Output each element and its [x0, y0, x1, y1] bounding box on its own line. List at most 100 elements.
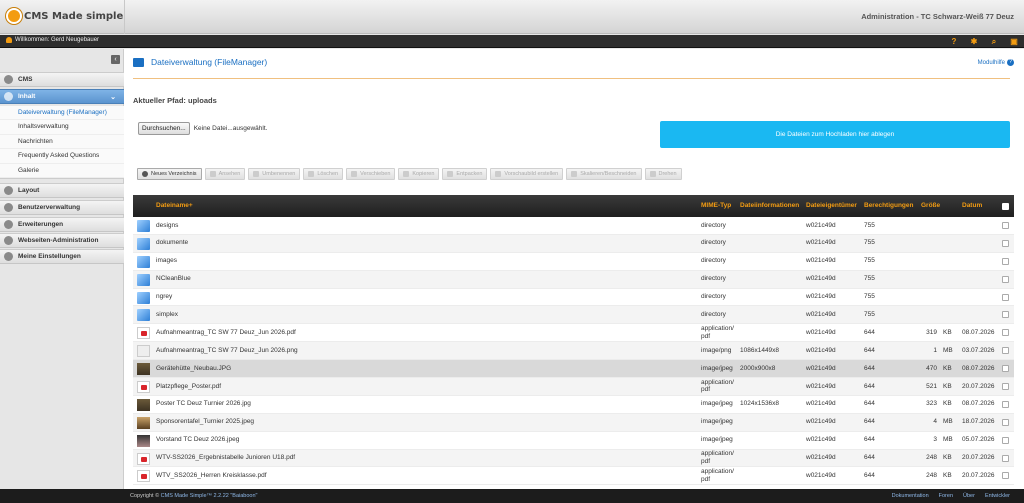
sidebar-item-filemanager[interactable]: Dateiverwaltung (FileManager) — [0, 106, 124, 121]
file-name-link[interactable]: Platzpflege_Poster.pdf — [156, 378, 221, 395]
table-row[interactable]: WTV-SS2026_Ergebnistabelle Junioren U18.… — [133, 449, 1014, 468]
file-name-link[interactable]: Vorstand TC Deuz 2026.jpeg — [156, 432, 239, 449]
file-size: 248 — [926, 454, 937, 462]
footer-link-foren[interactable]: Foren — [939, 493, 953, 499]
resize-crop-button[interactable]: Skalieren/Beschneiden — [566, 168, 642, 180]
cms-logo[interactable]: CMS Made simple — [6, 7, 123, 25]
file-owner: w021c49d — [806, 239, 836, 247]
move-button[interactable]: Verschieben — [346, 168, 396, 180]
table-row[interactable]: Aufnahmeantrag_TC SW 77 Deuz_Jun 2026.pn… — [133, 342, 1014, 361]
help-icon: ? — [1007, 59, 1014, 66]
search-icon[interactable]: ⌕ — [988, 36, 1000, 47]
select-all-checkbox[interactable] — [1002, 195, 1009, 217]
file-permissions: 644 — [864, 382, 875, 390]
browse-button[interactable]: Durchsuchen... — [138, 122, 190, 135]
file-name-link[interactable]: simplex — [156, 306, 178, 323]
sidebar-section-benutzer[interactable]: Benutzerverwaltung — [0, 200, 124, 215]
module-help-link[interactable]: Modulhilfe? — [978, 59, 1014, 66]
unpack-button[interactable]: Entpacken — [442, 168, 488, 180]
row-checkbox[interactable] — [1002, 450, 1009, 467]
file-name-link[interactable]: Aufnahmeantrag_TC SW 77 Deuz_Jun 2026.pd… — [156, 324, 296, 341]
footer-link-ueber[interactable]: Über — [963, 493, 975, 499]
sidebar-section-settings[interactable]: Meine Einstellungen — [0, 249, 124, 264]
view-button[interactable]: Ansehen — [204, 168, 246, 180]
file-size — [915, 306, 937, 323]
sidebar-item-nachrichten[interactable]: Nachrichten — [0, 135, 124, 150]
table-row[interactable]: WTV_SS2026_Herren Kreisklasse.pdf applica… — [133, 467, 1014, 486]
table-row[interactable]: NCleanBlue directory w021c49d 755 — [133, 270, 1014, 289]
row-checkbox[interactable] — [1002, 217, 1009, 234]
footer-link-entwickler[interactable]: Entwickler — [985, 493, 1010, 499]
checkbox-box — [1002, 257, 1009, 265]
file-owner: w021c49d — [806, 221, 836, 229]
file-name-link[interactable]: Sponsorentafel_Turnier 2025.jpeg — [156, 414, 254, 431]
checkbox-box — [1002, 239, 1009, 247]
row-checkbox[interactable] — [1002, 289, 1009, 306]
file-name-link[interactable]: Aufnahmeantrag_TC SW 77 Deuz_Jun 2026.pn… — [156, 342, 298, 359]
gear-icon[interactable]: ✱ — [968, 36, 980, 47]
table-row[interactable]: Platzpflege_Poster.pdf application/ pdf w0… — [133, 378, 1014, 396]
file-name-link[interactable]: WTV_SS2026_Herren Kreisklasse.pdf — [156, 467, 267, 484]
sidebar-item-inhaltsverwaltung[interactable]: Inhaltsverwaltung — [0, 120, 124, 135]
table-row[interactable]: Gerätehütte_Neubau.JPG image/jpeg 2000x900… — [133, 360, 1014, 379]
row-checkbox[interactable] — [1002, 306, 1009, 323]
col-filename[interactable]: Dateiname+ — [156, 195, 193, 217]
file-date: 08.07.2026 — [962, 364, 995, 372]
table-row[interactable]: Poster TC Deuz Turnier 2026.jpg image/jpe… — [133, 396, 1014, 414]
file-date: 08.07.2026 — [962, 400, 995, 408]
table-row[interactable]: designs directory w021c49d 755 — [133, 217, 1014, 235]
table-row[interactable]: dokumente directory w021c49d 755 — [133, 234, 1014, 253]
table-row[interactable]: Vorstand TC Deuz 2026.jpeg image/jpeg w021… — [133, 432, 1014, 450]
sidebar-section-erweiterungen[interactable]: Erweiterungen — [0, 217, 124, 232]
logout-lock-icon[interactable]: ▣ — [1008, 36, 1020, 47]
row-checkbox[interactable] — [1002, 253, 1009, 270]
file-name-link[interactable]: ngrey — [156, 289, 172, 306]
drop-zone[interactable]: Die Dateien zum Hochladen hier ablegen — [660, 121, 1010, 148]
delete-button[interactable]: Löschen — [303, 168, 344, 180]
row-checkbox[interactable] — [1002, 378, 1009, 395]
copy-button[interactable]: Kopieren — [398, 168, 440, 180]
table-row[interactable]: Sponsorentafel_Turnier 2025.jpeg image/jp… — [133, 413, 1014, 432]
help-icon[interactable]: ? — [948, 36, 960, 47]
product-link[interactable]: CMS Made Simple™ 2.2.22 "Baiaboon" — [161, 493, 258, 499]
file-name-link[interactable]: dokumente — [156, 235, 188, 252]
btn-label: Kopieren — [412, 171, 435, 177]
file-toolbar: Neues Verzeichnis Ansehen Umbenennen Lös… — [137, 168, 682, 180]
table-row[interactable]: Aufnahmeantrag_TC SW 77 Deuz_Jun 2026.pd… — [133, 324, 1014, 343]
row-checkbox[interactable] — [1002, 467, 1009, 484]
table-body: designs directory w021c49d 755 dokumente dire… — [133, 217, 1014, 486]
row-checkbox[interactable] — [1002, 271, 1009, 288]
sidebar-item-galerie[interactable]: Galerie — [0, 164, 124, 178]
file-name-link[interactable]: Poster TC Deuz Turnier 2026.jpg — [156, 396, 251, 413]
row-checkbox[interactable] — [1002, 342, 1009, 359]
table-row[interactable]: simplex directory w021c49d 755 — [133, 306, 1014, 325]
row-checkbox[interactable] — [1002, 432, 1009, 449]
file-name-link[interactable]: Gerätehütte_Neubau.JPG — [156, 360, 231, 377]
sidebar-item-faq[interactable]: Frequently Asked Questions — [0, 149, 124, 164]
file-owner: w021c49d — [806, 328, 836, 336]
row-checkbox[interactable] — [1002, 235, 1009, 252]
row-checkbox[interactable] — [1002, 324, 1009, 341]
row-checkbox[interactable] — [1002, 414, 1009, 431]
folder-icon — [137, 309, 150, 322]
table-row[interactable]: images directory w021c49d 755 — [133, 253, 1014, 271]
file-name-link[interactable]: NCleanBlue — [156, 271, 191, 288]
file-name-link[interactable]: images — [156, 253, 177, 270]
sidebar-section-layout[interactable]: Layout — [0, 183, 124, 198]
sidebar-section-cms[interactable]: CMS — [0, 72, 124, 87]
view-icon — [209, 171, 216, 177]
sidebar-collapse-button[interactable]: ‹ — [111, 55, 120, 64]
row-checkbox[interactable] — [1002, 360, 1009, 377]
table-row[interactable]: ngrey directory w021c49d 755 — [133, 289, 1014, 307]
file-name-link[interactable]: WTV-SS2026_Ergebnistabelle Junioren U18.… — [156, 450, 295, 467]
rename-button[interactable]: Umbenennen — [248, 168, 301, 180]
new-folder-button[interactable]: Neues Verzeichnis — [137, 168, 202, 180]
thumbnail-button[interactable]: Vorschaubild erstellen — [490, 168, 564, 180]
file-name-link[interactable]: designs — [156, 217, 178, 234]
sidebar-section-inhalt[interactable]: Inhalt ⌄ — [0, 89, 124, 104]
sidebar-section-siteadmin[interactable]: Webseiten-Administration — [0, 233, 124, 248]
rotate-button[interactable]: Drehen — [644, 168, 682, 180]
row-checkbox[interactable] — [1002, 396, 1009, 413]
file-owner: w021c49d — [806, 257, 836, 265]
footer-link-dokumentation[interactable]: Dokumentation — [892, 493, 929, 499]
